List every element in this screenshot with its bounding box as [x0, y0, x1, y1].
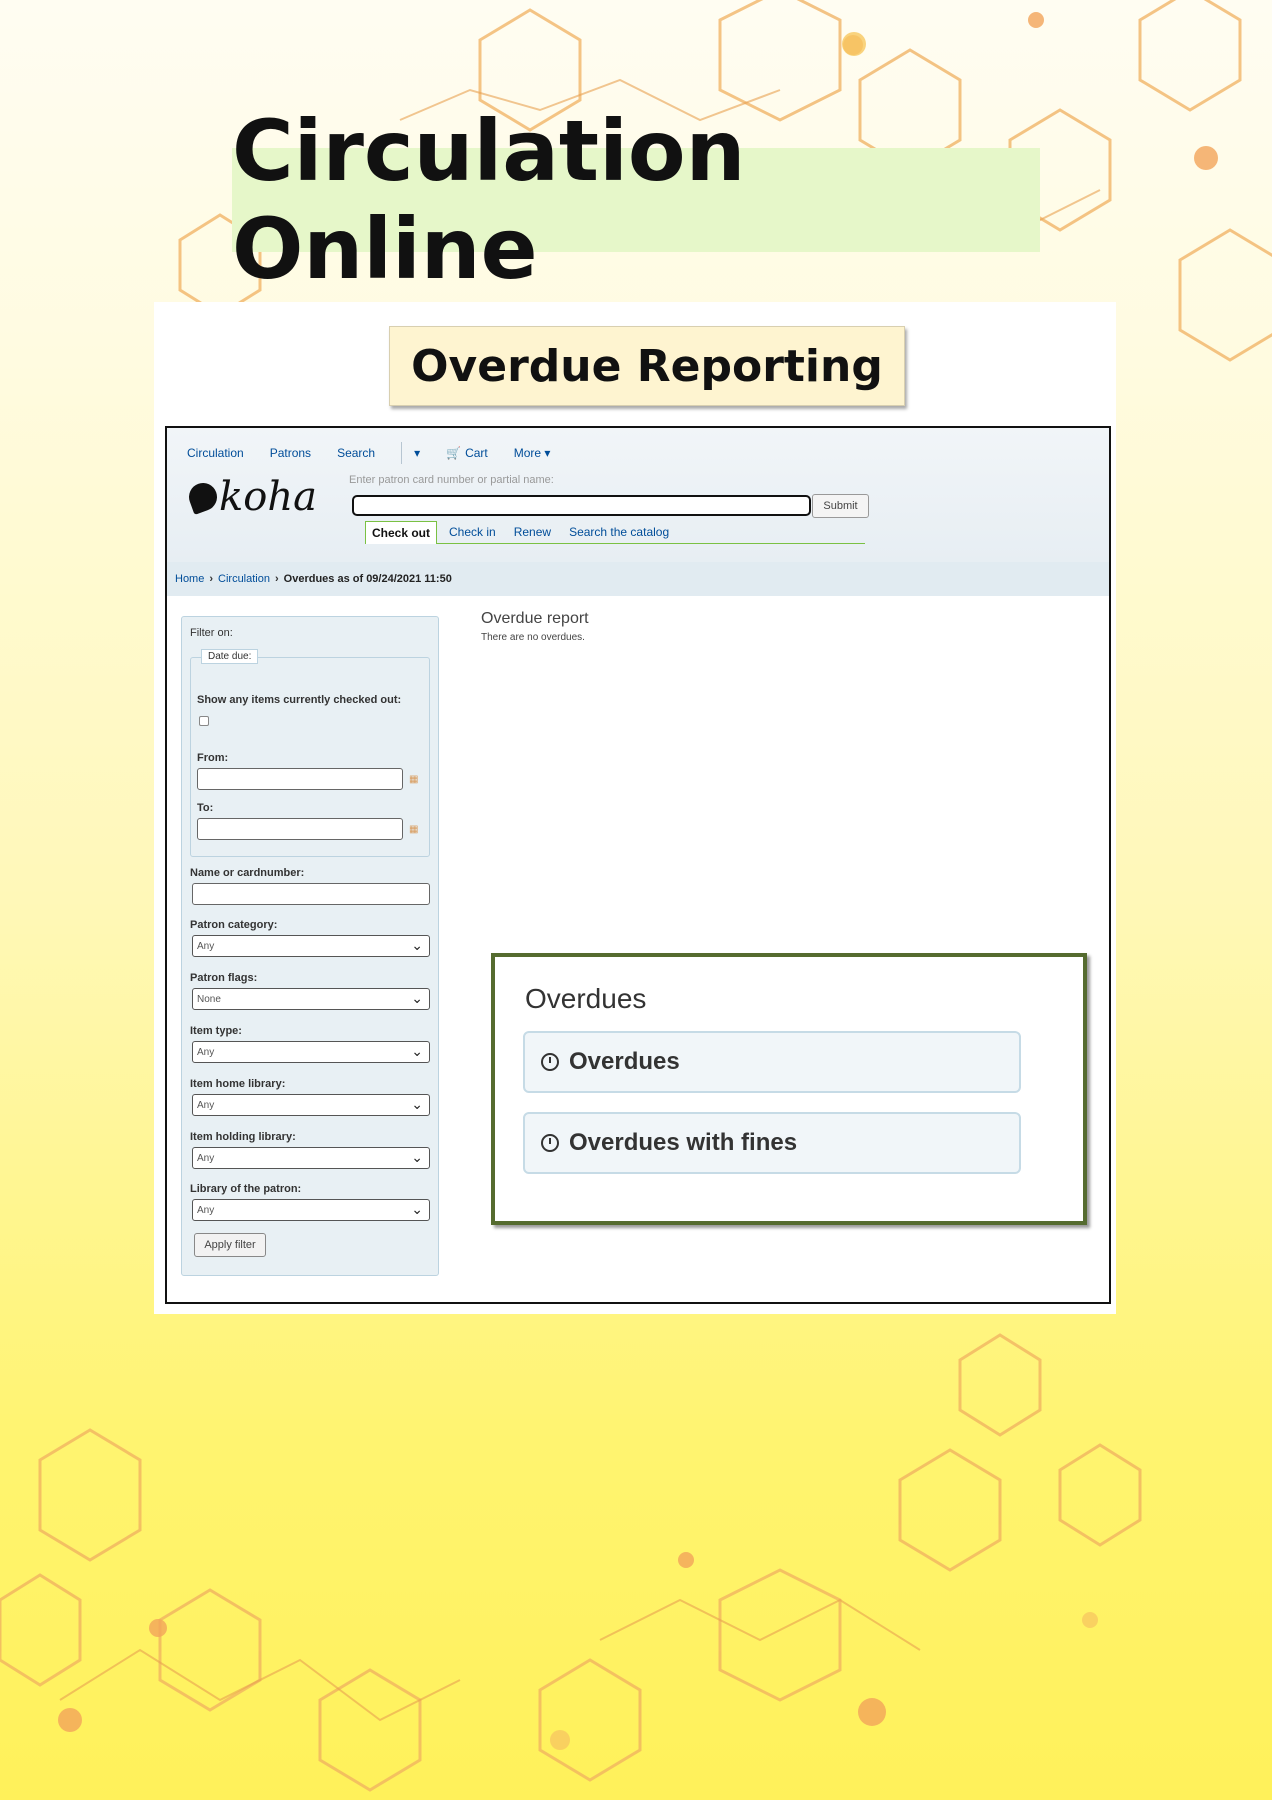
name-cardnumber-input[interactable] [192, 883, 430, 905]
patron-flags-value: None [197, 993, 221, 1005]
chevron-down-icon: ⌄ [411, 1201, 423, 1217]
breadcrumb: Home › Circulation › Overdues as of 09/2… [167, 562, 1109, 596]
patron-library-value: Any [197, 1204, 215, 1216]
overdues-with-fines-button[interactable]: Overdues with fines [523, 1112, 1021, 1174]
item-type-label: Item type: [190, 1025, 242, 1037]
clock-icon [541, 1134, 559, 1152]
clock-icon [541, 1053, 559, 1071]
patron-category-value: Any [197, 940, 215, 952]
date-due-fieldset: Date due: Show any items currently check… [190, 649, 430, 857]
koha-header: Circulation Patrons Search ▾ 🛒 Cart More … [167, 428, 1109, 562]
show-checked-out-label: Show any items currently checked out: [197, 694, 402, 706]
to-date-input[interactable] [197, 818, 403, 840]
patron-flags-label: Patron flags: [190, 972, 258, 984]
filter-panel: Filter on: Date due: Show any items curr… [181, 616, 439, 1276]
nav-cart[interactable]: 🛒 Cart [446, 446, 488, 460]
filter-heading: Filter on: [190, 627, 233, 639]
nav-patrons[interactable]: Patrons [270, 446, 311, 460]
nav-cart-label: Cart [465, 446, 488, 460]
nav-search-dropdown[interactable]: ▾ [414, 446, 420, 460]
home-library-select[interactable]: Any ⌄ [192, 1094, 430, 1116]
patron-flags-select[interactable]: None ⌄ [192, 988, 430, 1010]
breadcrumb-home[interactable]: Home [175, 573, 204, 585]
koha-logo-text: koha [219, 474, 317, 520]
patron-submit-button[interactable]: Submit [812, 494, 869, 518]
patron-library-select[interactable]: Any ⌄ [192, 1199, 430, 1221]
tab-renew[interactable]: Renew [514, 525, 551, 539]
to-label: To: [197, 802, 214, 814]
patron-search-input[interactable] [352, 495, 811, 516]
chevron-down-icon: ⌄ [411, 990, 423, 1006]
from-date-input[interactable] [197, 768, 403, 790]
holding-library-label: Item holding library: [190, 1131, 296, 1143]
overdues-link-label: Overdues [569, 1048, 680, 1075]
overdues-panel-title: Overdues [525, 983, 647, 1014]
circulation-tabs: Check out Check in Renew Search the cata… [365, 520, 687, 544]
nav-more[interactable]: More ▾ [514, 446, 551, 460]
holding-library-value: Any [197, 1152, 215, 1164]
poster-subtitle: Overdue Reporting [389, 326, 905, 406]
nav-search[interactable]: Search [337, 446, 375, 460]
date-due-legend: Date due: [201, 649, 259, 664]
overdues-panel: Overdues Overdues Overdues with fines [491, 953, 1087, 1225]
tab-check-in[interactable]: Check in [449, 525, 496, 539]
tab-search-catalog[interactable]: Search the catalog [569, 525, 669, 539]
home-library-value: Any [197, 1099, 215, 1111]
overdues-with-fines-label: Overdues with fines [569, 1129, 798, 1156]
breadcrumb-separator-icon: › [209, 573, 214, 585]
patron-search-hint: Enter patron card number or partial name… [349, 474, 554, 486]
koha-leaf-icon [185, 479, 221, 515]
item-type-value: Any [197, 1046, 215, 1058]
calendar-icon[interactable]: ▦ [409, 824, 421, 835]
calendar-icon[interactable]: ▦ [409, 774, 421, 785]
overdues-link-button[interactable]: Overdues [523, 1031, 1021, 1093]
from-label: From: [197, 752, 229, 764]
patron-library-label: Library of the patron: [190, 1183, 302, 1195]
top-nav: Circulation Patrons Search ▾ 🛒 Cart More … [187, 442, 576, 464]
poster-subtitle-text: Overdue Reporting [411, 340, 883, 392]
name-cardnumber-label: Name or cardnumber: [190, 867, 305, 879]
breadcrumb-current: Overdues as of 09/24/2021 11:50 [283, 573, 452, 585]
poster-title: Circulation Online [232, 102, 1040, 298]
cart-icon: 🛒 [446, 446, 462, 460]
item-type-select[interactable]: Any ⌄ [192, 1041, 430, 1063]
home-library-label: Item home library: [190, 1078, 286, 1090]
report-title: Overdue report [481, 610, 589, 627]
apply-filter-button[interactable]: Apply filter [194, 1233, 266, 1257]
poster-title-text: Circulation Online [232, 102, 746, 298]
report-message: There are no overdues. [481, 632, 585, 643]
breadcrumb-circulation[interactable]: Circulation [218, 573, 270, 585]
patron-category-select[interactable]: Any ⌄ [192, 935, 430, 957]
nav-divider [401, 442, 403, 464]
holding-library-select[interactable]: Any ⌄ [192, 1147, 430, 1169]
breadcrumb-separator-icon: › [274, 573, 279, 585]
koha-logo[interactable]: koha [185, 474, 317, 520]
show-checked-out-checkbox[interactable] [199, 716, 209, 726]
chevron-down-icon: ⌄ [411, 937, 423, 953]
tab-check-out[interactable]: Check out [365, 520, 438, 544]
nav-circulation[interactable]: Circulation [187, 446, 244, 460]
chevron-down-icon: ⌄ [411, 1096, 423, 1112]
chevron-down-icon: ⌄ [411, 1043, 423, 1059]
chevron-down-icon: ⌄ [411, 1149, 423, 1165]
patron-category-label: Patron category: [190, 919, 278, 931]
